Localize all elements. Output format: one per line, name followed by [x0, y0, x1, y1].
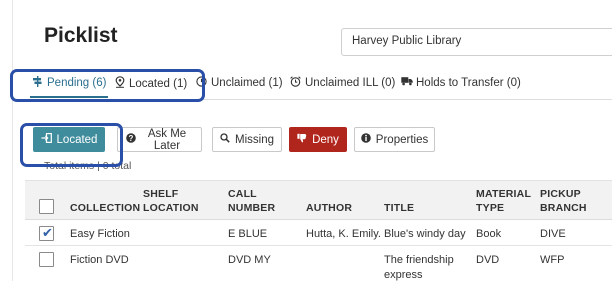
tab-unclaimed-label: Unclaimed (1): [211, 77, 283, 89]
cell-title: Blue's windy day: [384, 228, 466, 240]
cell-collection: Easy Fiction: [70, 228, 130, 240]
cell-pickup-branch: DIVE: [540, 228, 566, 240]
ask-me-later-label: Ask Me Later: [147, 127, 187, 152]
picklist-table: COLLECTION SHELF LOCATION CALL NUMBER AUTH…: [25, 180, 612, 281]
ask-me-later-button[interactable]: ? Ask Me Later: [117, 127, 202, 152]
header-author: AUTHOR: [306, 202, 353, 214]
cell-material-type: Book: [476, 228, 502, 240]
info-circle-icon: [360, 133, 371, 146]
cell-author: Hutta, K. Emily.: [306, 228, 381, 240]
row-checkbox[interactable]: [39, 252, 54, 267]
cell-collection: Fiction DVD: [70, 254, 129, 266]
header-pickup-branch: PICKUP BRANCH: [540, 188, 587, 214]
tab-unclaimed[interactable]: Unclaimed (1): [196, 76, 283, 90]
cell-call-number: DVD MY: [228, 254, 271, 266]
header-material-type: MATERIAL TYPE: [476, 188, 532, 214]
tab-unclaimed-ill-label: Unclaimed ILL (0): [305, 77, 396, 89]
missing-button[interactable]: Missing: [212, 127, 282, 152]
select-all-checkbox[interactable]: [39, 199, 54, 214]
truck-icon: [401, 76, 413, 89]
table-row[interactable]: Easy Fiction E BLUE Hutta, K. Emily. Blu…: [25, 220, 612, 246]
located-highlight-box: [20, 123, 123, 167]
svg-text:?: ?: [129, 134, 134, 143]
properties-button[interactable]: Properties: [354, 127, 435, 152]
cell-material-type: DVD: [476, 254, 500, 266]
header-shelf-location: SHELF LOCATION: [143, 188, 199, 214]
deny-button-label: Deny: [312, 133, 339, 146]
alarm-clock-icon: [290, 76, 301, 90]
table-row[interactable]: Fiction DVD DVD MY The friendship express…: [25, 246, 612, 281]
deny-button[interactable]: Deny: [289, 127, 347, 152]
tab-holds-to-transfer[interactable]: Holds to Transfer (0): [401, 76, 521, 89]
cell-pickup-branch: WFP: [540, 254, 565, 266]
missing-button-label: Missing: [235, 133, 274, 146]
page-title: Picklist: [44, 24, 118, 47]
picklist-page: Picklist Harvey Public Library Pending (…: [0, 0, 612, 281]
cell-title: The friendship express: [384, 254, 454, 281]
thumbs-down-icon: [297, 133, 307, 146]
library-select[interactable]: Harvey Public Library: [341, 28, 612, 56]
tab-unclaimed-ill[interactable]: Unclaimed ILL (0): [290, 76, 395, 90]
header-title: TITLE: [384, 202, 415, 214]
table-header: COLLECTION SHELF LOCATION CALL NUMBER AUTH…: [25, 180, 612, 220]
header-call-number: CALL NUMBER: [228, 188, 276, 214]
row-checkbox[interactable]: [39, 225, 54, 241]
search-icon: [220, 133, 230, 146]
tabs-highlight-box: [10, 69, 205, 102]
header-collection: COLLECTION: [70, 202, 141, 214]
question-circle-icon: ?: [126, 133, 136, 146]
properties-button-label: Properties: [375, 133, 429, 146]
cell-call-number: E BLUE: [228, 228, 268, 240]
tab-holds-to-transfer-label: Holds to Transfer (0): [416, 76, 521, 89]
